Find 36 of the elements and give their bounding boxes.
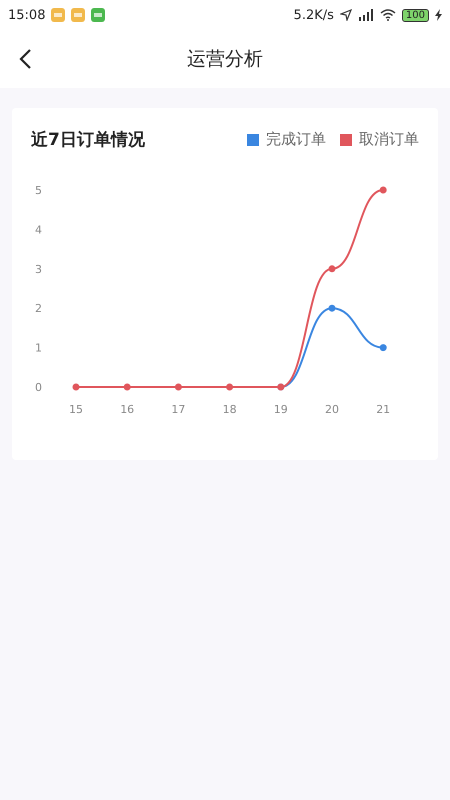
- app-icon: [51, 8, 66, 22]
- chart-title: 近7日订单情况: [31, 129, 146, 151]
- wifi-icon: [380, 9, 396, 21]
- app-icon: [91, 8, 106, 22]
- location-icon: [340, 9, 352, 21]
- legend-label: 取消订单: [359, 130, 419, 149]
- battery-level: 100: [402, 8, 429, 22]
- y-axis-label: 1: [35, 342, 42, 355]
- charging-icon: [435, 9, 442, 21]
- data-point: [380, 344, 387, 352]
- data-point: [124, 384, 131, 390]
- x-axis-label: 17: [171, 403, 186, 416]
- data-point: [174, 384, 182, 390]
- status-time: 15:08: [8, 8, 46, 22]
- y-axis-label: 3: [35, 262, 42, 276]
- data-point: [328, 304, 336, 312]
- legend-label: 完成订单: [266, 130, 326, 149]
- data-point: [226, 384, 234, 390]
- network-speed: 5.2K/s: [294, 8, 334, 22]
- x-axis-label: 21: [376, 403, 390, 416]
- x-axis-label: 16: [120, 403, 134, 416]
- x-axis-label: 18: [222, 403, 237, 416]
- y-axis-label: 2: [35, 302, 42, 316]
- x-axis-label: 15: [69, 403, 83, 416]
- app-icon: [71, 8, 86, 22]
- signal-icon: [358, 9, 374, 21]
- x-axis-label: 20: [325, 403, 339, 416]
- data-point: [328, 265, 336, 272]
- y-axis-label: 0: [35, 381, 42, 394]
- data-point: [380, 186, 387, 194]
- data-point: [72, 384, 80, 390]
- y-axis-label: 4: [35, 223, 42, 236]
- back-icon[interactable]: [18, 49, 32, 69]
- page-title: 运营分析: [187, 47, 263, 72]
- y-axis-label: 5: [35, 184, 42, 197]
- x-axis-label: 19: [274, 403, 288, 416]
